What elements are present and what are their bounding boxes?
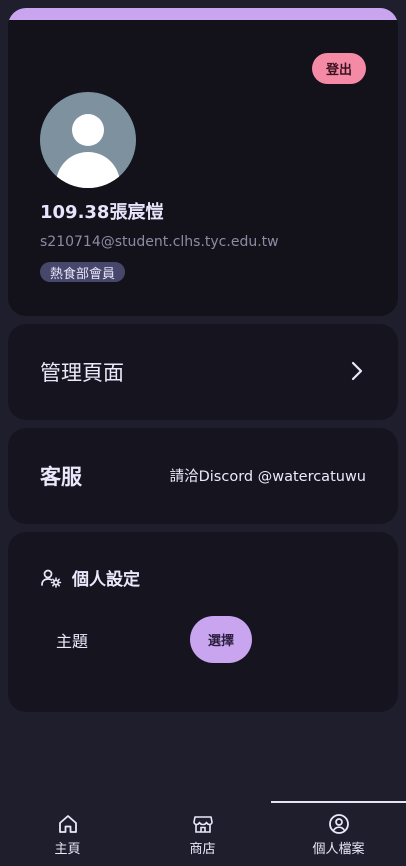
theme-label: 主題 bbox=[56, 632, 89, 651]
nav-label-profile: 個人檔案 bbox=[312, 842, 365, 857]
role-badge: 熱食部會員 bbox=[40, 262, 126, 282]
nav-item-profile[interactable]: 個人檔案 bbox=[271, 800, 406, 866]
store-icon bbox=[192, 816, 213, 833]
home-icon bbox=[58, 815, 77, 833]
avatar bbox=[40, 92, 136, 188]
profile-accent-bar bbox=[8, 8, 398, 20]
profile-card: 登出 109.38張宸愷 s210714@student.clhs.tyc.ed… bbox=[8, 8, 398, 316]
user-email: s210714@student.clhs.tyc.edu.tw bbox=[40, 234, 279, 250]
nav-label-home: 主頁 bbox=[54, 842, 81, 857]
support-card: 客服 請洽Discord @watercatuwu bbox=[8, 428, 398, 524]
theme-select-button[interactable]: 選擇 bbox=[190, 616, 252, 663]
logout-button[interactable]: 登出 bbox=[312, 53, 366, 84]
support-contact: 請洽Discord @watercatuwu bbox=[169, 469, 366, 485]
user-circle-icon bbox=[328, 814, 349, 834]
avatar-body bbox=[56, 152, 120, 188]
settings-title: 個人設定 bbox=[72, 570, 140, 590]
nav-item-store[interactable]: 商店 bbox=[135, 800, 270, 866]
user-name: 109.38張宸愷 bbox=[40, 202, 164, 223]
support-title: 客服 bbox=[40, 465, 82, 489]
chevron-right-icon bbox=[351, 361, 363, 381]
admin-page-title: 管理頁面 bbox=[40, 361, 124, 385]
nav-item-home[interactable]: 主頁 bbox=[0, 800, 135, 866]
settings-card: 個人設定 主題 選擇 bbox=[8, 532, 398, 712]
bottom-nav: 主頁 商店 個人檔案 bbox=[0, 800, 406, 866]
admin-page-link[interactable]: 管理頁面 bbox=[8, 324, 398, 420]
settings-header: 個人設定 bbox=[40, 565, 140, 590]
avatar-head bbox=[72, 114, 104, 146]
nav-label-store: 商店 bbox=[189, 842, 216, 857]
user-gear-icon bbox=[41, 569, 62, 588]
